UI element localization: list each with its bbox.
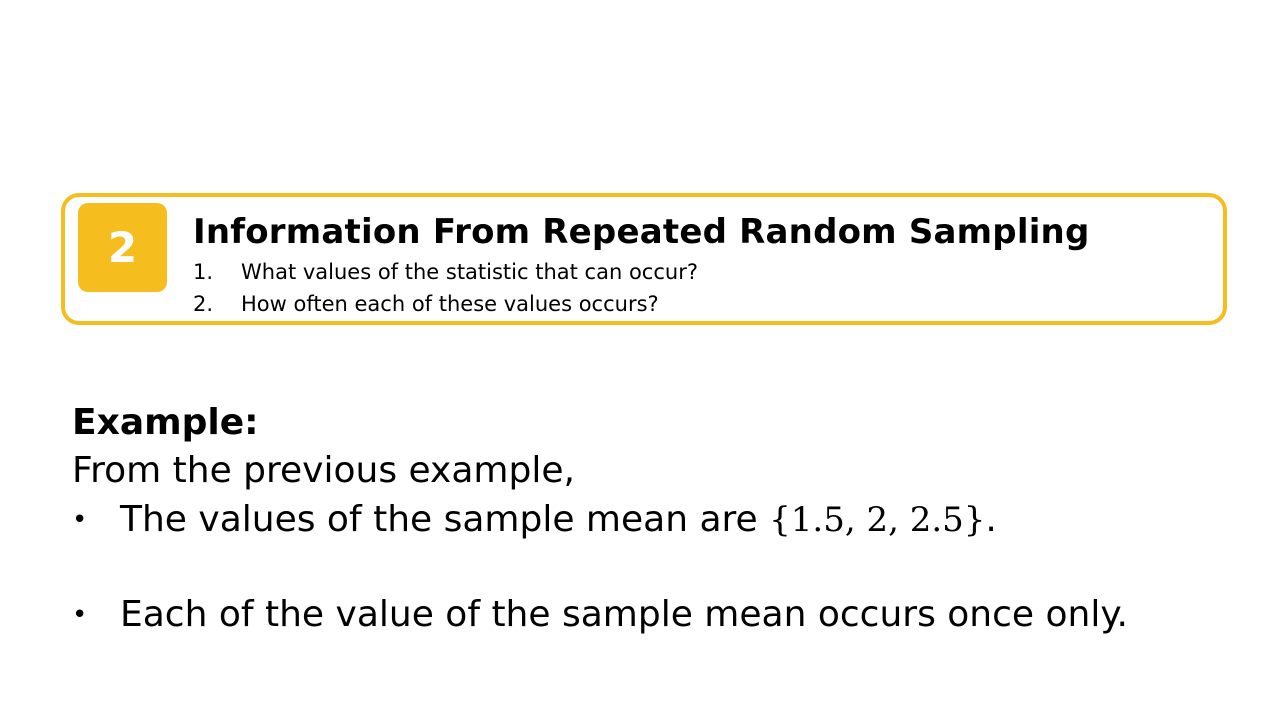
example-intro: From the previous example, (72, 450, 575, 491)
bullet-item: • The values of the sample mean are {1.5… (72, 497, 997, 543)
section-number-badge: 2 (78, 203, 167, 292)
question-number: 2. (193, 292, 214, 316)
callout-title: Information From Repeated Random Samplin… (193, 212, 1090, 252)
bullet-item: • Each of the value of the sample mean o… (72, 592, 1128, 638)
question-text: How often each of these values occurs? (241, 292, 659, 316)
bullet-text: The values of the sample mean are (120, 499, 770, 540)
question-item: 1. What values of the statistic that can… (193, 258, 698, 286)
example-heading: Example: (72, 402, 259, 443)
question-number: 1. (193, 260, 214, 284)
math-set: {1.5, 2, 2.5} (769, 500, 986, 540)
question-item: 2. How often each of these values occurs… (193, 290, 659, 318)
bullet-marker: • (72, 600, 88, 630)
bullet-text: Each of the value of the sample mean occ… (120, 594, 1128, 635)
bullet-punctuation: . (985, 499, 997, 540)
question-text: What values of the statistic that can oc… (241, 260, 698, 284)
bullet-marker: • (72, 505, 88, 535)
